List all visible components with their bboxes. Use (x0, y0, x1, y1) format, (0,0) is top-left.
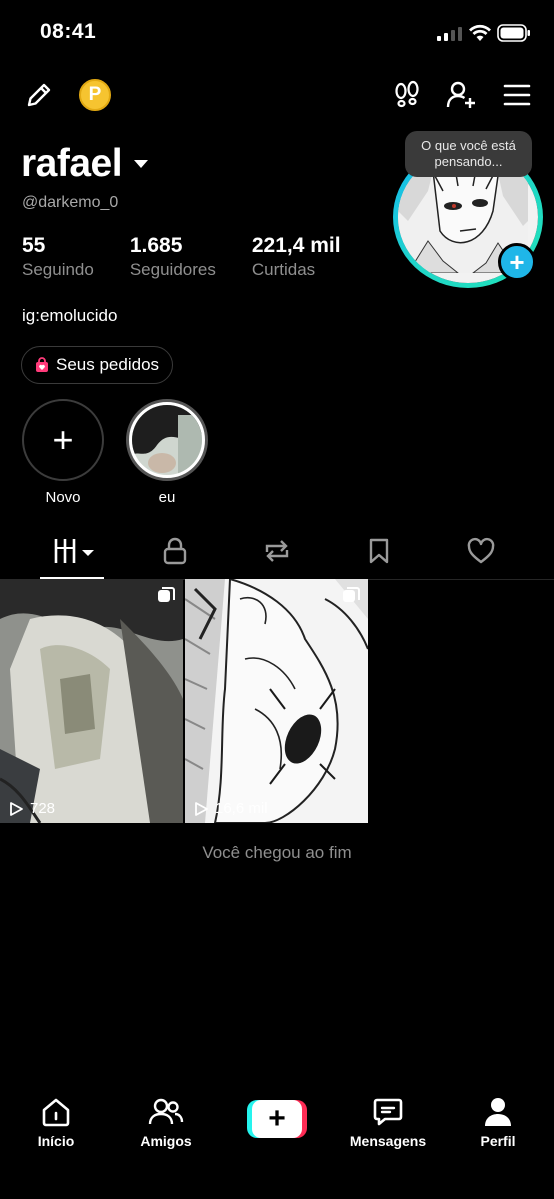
stat-followers-label: Seguidores (129, 260, 216, 279)
status-thought-bubble[interactable]: O que você está pensando... (405, 131, 532, 177)
stat-following-label: Seguindo (22, 260, 94, 279)
create-icon: + (252, 1100, 302, 1138)
video-thumbnail-image (185, 579, 368, 823)
tab-private[interactable] (155, 534, 195, 568)
add-highlight-circle: + (22, 399, 104, 481)
stat-likes[interactable]: 221,4 mil Curtidas (252, 234, 341, 280)
nav-label: Amigos (140, 1133, 192, 1149)
status-bar: 08:41 (0, 0, 554, 66)
add-story-button[interactable]: + (498, 243, 536, 281)
video-thumbnail[interactable]: 728 (0, 579, 183, 823)
profile-bio: ig:emolucido (22, 306, 118, 325)
view-count: 16,6 mil (193, 800, 268, 817)
home-icon (42, 1098, 70, 1127)
stat-following-value: 55 (22, 234, 46, 257)
battery-icon (497, 24, 530, 42)
stat-likes-label: Curtidas (251, 260, 316, 279)
nav-home[interactable]: Início (11, 1095, 101, 1149)
username-switcher[interactable]: rafael (21, 142, 149, 186)
highlight-eu[interactable]: eu (126, 399, 208, 506)
tab-videos[interactable] (46, 534, 98, 568)
coin-icon: P (88, 84, 102, 105)
plus-icon: + (52, 419, 74, 460)
cellular-signal-icon (437, 27, 462, 41)
nav-label: Início (37, 1133, 75, 1149)
highlight-label: eu (158, 489, 176, 506)
profile-stats: 55 Seguindo 1.685 Seguidores 221,4 mil C… (22, 234, 377, 280)
pencil-icon (27, 83, 51, 107)
play-icon (195, 801, 208, 816)
create-button[interactable]: + (247, 1100, 307, 1138)
stat-likes-value: 221,4 mil (251, 234, 341, 257)
status-time: 08:41 (40, 20, 97, 43)
multi-photo-icon (158, 587, 175, 602)
chevron-down-icon (134, 160, 149, 168)
view-count: 728 (8, 800, 55, 817)
stat-following[interactable]: 55 Seguindo (22, 234, 94, 280)
heart-icon (467, 537, 495, 564)
nav-friends[interactable]: Amigos (121, 1095, 211, 1149)
tab-reposts[interactable] (257, 534, 297, 568)
nav-label: Perfil (480, 1133, 516, 1149)
end-of-list-text: Você chegou ao fim (202, 843, 352, 862)
menu-button[interactable] (500, 78, 534, 112)
view-count-value: 16,6 mil (215, 800, 268, 817)
profile-tabs (0, 528, 554, 580)
footprints-button[interactable] (390, 78, 424, 112)
highlight-label: Novo (45, 489, 81, 506)
play-icon (10, 801, 23, 816)
stat-followers[interactable]: 1.685 Seguidores (130, 234, 216, 280)
shopping-bag-icon (36, 357, 48, 372)
tab-saved[interactable] (359, 534, 399, 568)
username: rafael (21, 142, 123, 185)
multi-photo-icon (343, 587, 360, 602)
view-count-value: 728 (30, 800, 56, 817)
repost-icon (265, 540, 289, 562)
friends-icon (148, 1098, 184, 1125)
tab-liked[interactable] (461, 534, 501, 568)
footprints-icon (395, 80, 419, 108)
wifi-icon (469, 24, 491, 41)
lock-icon (163, 537, 187, 565)
nav-label: Mensagens (349, 1133, 427, 1149)
messages-icon (373, 1098, 403, 1126)
user-handle: @darkemo_0 (22, 194, 119, 211)
highlight-thumbnail (126, 399, 208, 481)
orders-label: Seus pedidos (56, 355, 160, 374)
videos-grid-icon (54, 539, 94, 563)
nav-messages[interactable]: Mensagens (343, 1095, 433, 1149)
plus-icon: + (509, 246, 525, 277)
bookmark-icon (369, 538, 389, 564)
stat-followers-value: 1.685 (129, 234, 183, 257)
orders-button[interactable]: Seus pedidos (21, 346, 174, 384)
edit-profile-button[interactable] (22, 78, 56, 112)
highlight-new[interactable]: + Novo (22, 399, 104, 506)
add-friend-button[interactable] (444, 78, 478, 112)
add-user-icon (446, 81, 475, 108)
hamburger-menu-icon (503, 84, 531, 106)
video-thumbnail[interactable]: 16,6 mil (185, 579, 368, 823)
coin-button[interactable]: P (79, 79, 111, 111)
bottom-navigation: Início Amigos + Mensagens Perfil (0, 1085, 554, 1199)
nav-profile[interactable]: Perfil (453, 1095, 543, 1149)
profile-icon (485, 1098, 511, 1126)
video-thumbnail-image (0, 579, 183, 823)
